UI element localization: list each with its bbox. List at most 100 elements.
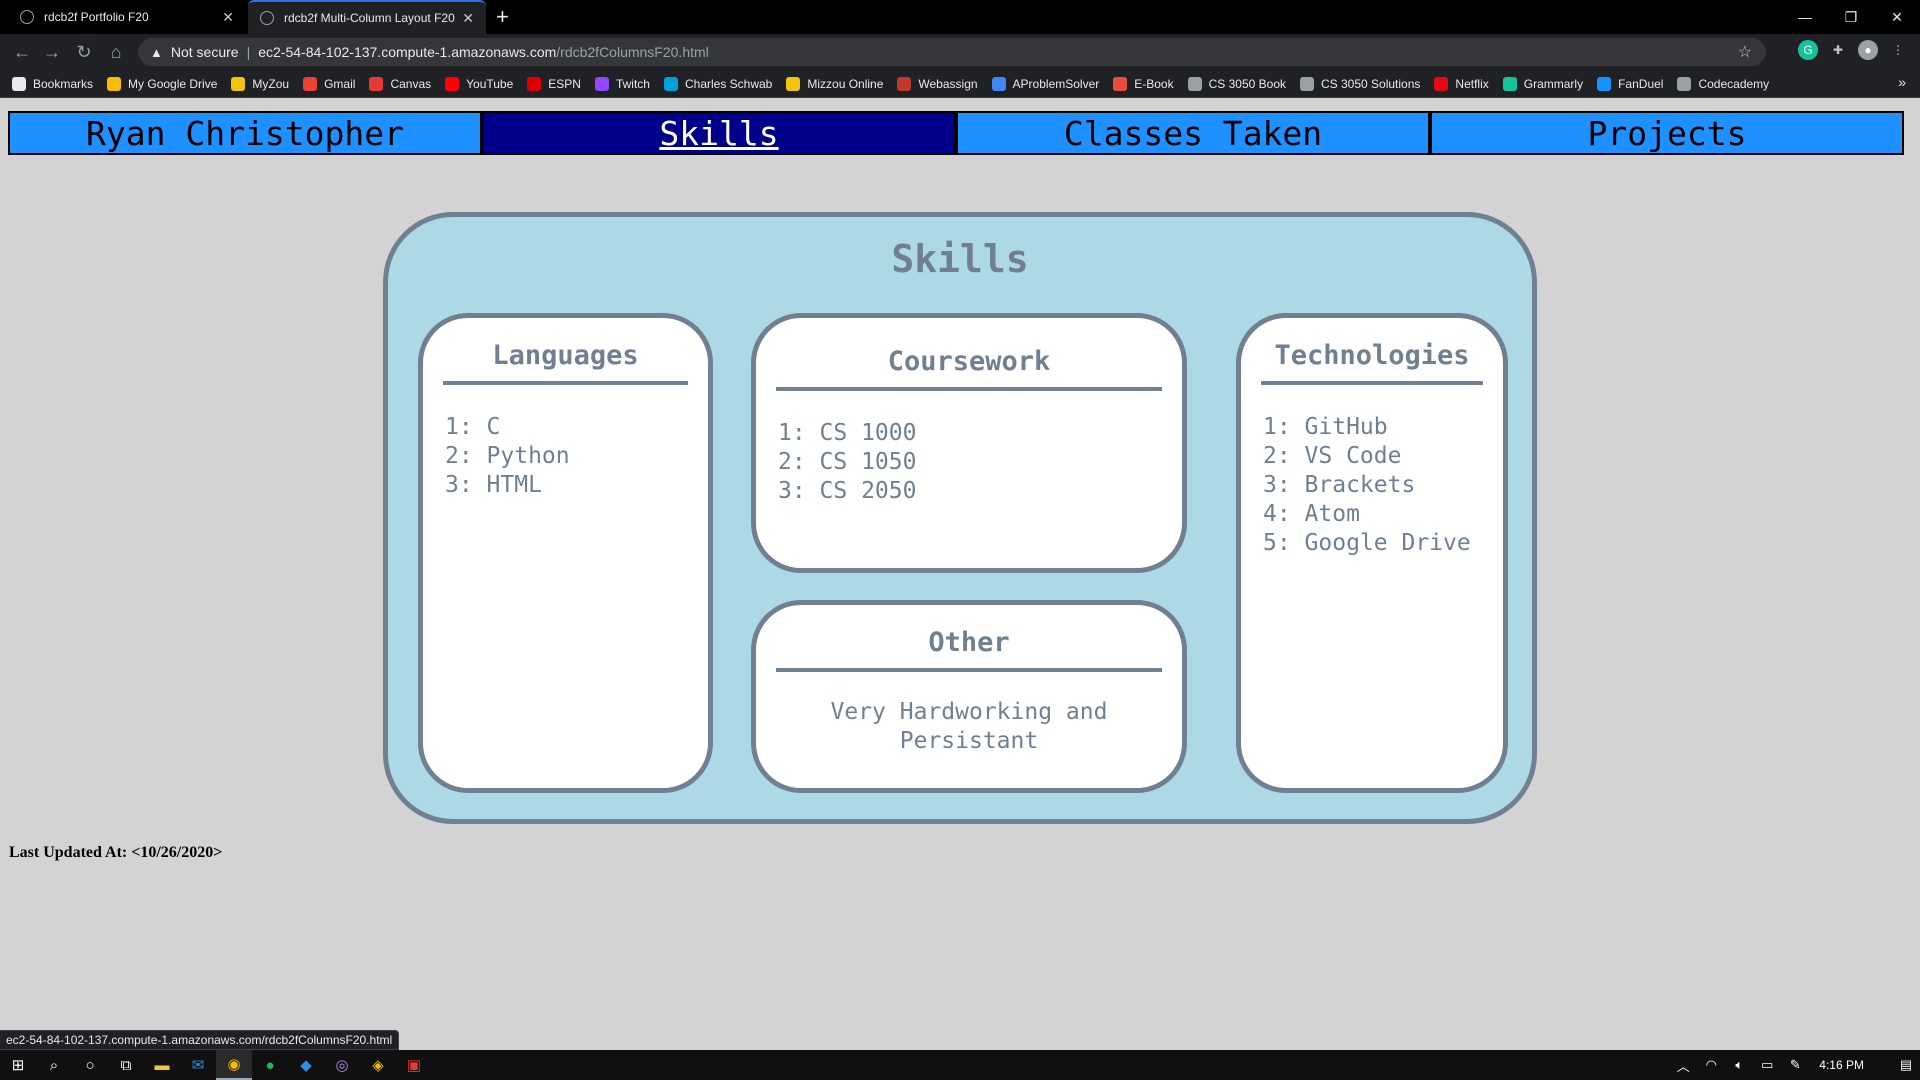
forward-icon[interactable]: → bbox=[40, 40, 64, 64]
bookmark-label: Gmail bbox=[324, 76, 356, 91]
technologies-card: Technologies 1: GitHub 2: VS Code 3: Bra… bbox=[1236, 313, 1508, 793]
cortana-icon[interactable]: ○ bbox=[72, 1050, 108, 1080]
bookmark-item[interactable]: Twitch bbox=[594, 76, 650, 91]
star-icon bbox=[12, 76, 26, 91]
list-item: 4: Atom bbox=[1263, 501, 1360, 527]
url-path: /rdcb2fColumnsF20.html bbox=[556, 44, 709, 60]
bookmark-item[interactable]: FanDuel bbox=[1597, 76, 1663, 91]
tab-title: rdcb2f Multi-Column Layout F20 bbox=[284, 11, 455, 25]
bookmark-item[interactable]: Mizzou Online bbox=[786, 76, 884, 91]
security-label: Not secure bbox=[170, 44, 239, 60]
bookmark-item[interactable]: Bookmarks bbox=[12, 76, 93, 91]
espn-icon bbox=[527, 76, 542, 91]
fanduel-icon bbox=[1597, 76, 1612, 91]
new-tab-button[interactable]: + bbox=[496, 4, 509, 30]
extensions-puzzle-icon[interactable]: ✚ bbox=[1828, 40, 1848, 60]
coursework-list: 1: CS 1000 2: CS 1050 3: CS 2050 bbox=[756, 391, 1182, 506]
bookmark-item[interactable]: E-Book bbox=[1113, 76, 1174, 91]
mail-icon[interactable]: ✉ bbox=[180, 1050, 216, 1080]
windows-start-icon[interactable]: ⊞ bbox=[0, 1050, 36, 1080]
address-bar[interactable]: ▲ Not secure | ec2-54-84-102-137.compute… bbox=[138, 38, 1766, 66]
clock[interactable]: 4:16 PM bbox=[1819, 1058, 1864, 1072]
list-item: 3: Brackets bbox=[1263, 472, 1416, 498]
file-explorer-icon[interactable]: ▬ bbox=[144, 1050, 180, 1080]
close-window-button[interactable]: ✕ bbox=[1874, 0, 1920, 34]
wifi-icon[interactable]: ◠ bbox=[1697, 1057, 1725, 1073]
webassign-icon bbox=[897, 76, 912, 91]
bookmark-item[interactable]: My Google Drive bbox=[107, 76, 218, 91]
app-icon[interactable]: ◎ bbox=[324, 1050, 360, 1080]
nav-ryan-christopher[interactable]: Ryan Christopher bbox=[8, 111, 482, 155]
bookmark-label: My Google Drive bbox=[128, 76, 218, 91]
bookmark-item[interactable]: Gmail bbox=[303, 76, 356, 91]
windows-taskbar: ⊞ ⌕ ○ ⧉ ▬ ✉ ◉ ● ◆ ◎ ◈ ▣ ︿ ◠ 🔈︎ ▭ ✎ 4:16 … bbox=[0, 1050, 1920, 1080]
youtube-icon bbox=[445, 76, 460, 91]
menu-icon[interactable]: ⋮ bbox=[1888, 40, 1908, 60]
bookmark-item[interactable]: CS 3050 Solutions bbox=[1300, 76, 1421, 91]
close-icon[interactable]: ✕ bbox=[222, 9, 234, 26]
volume-icon[interactable]: 🔈︎ bbox=[1725, 1057, 1753, 1073]
bookmark-item[interactable]: Charles Schwab bbox=[663, 76, 772, 91]
minimize-button[interactable]: — bbox=[1782, 0, 1828, 34]
back-icon[interactable]: ← bbox=[10, 40, 34, 64]
bookmarks-bar: Bookmarks My Google Drive MyZou Gmail Canvas… bbox=[0, 70, 1920, 98]
more-bookmarks-icon[interactable]: » bbox=[1898, 74, 1906, 90]
bookmark-star-icon[interactable]: ☆ bbox=[1738, 42, 1752, 62]
filezilla-icon[interactable]: ▣ bbox=[396, 1050, 432, 1080]
profile-avatar-icon[interactable]: ● bbox=[1858, 40, 1878, 60]
restore-button[interactable]: ❐ bbox=[1828, 0, 1874, 34]
vscode-icon[interactable]: ◆ bbox=[288, 1050, 324, 1080]
ebook-icon bbox=[1113, 76, 1128, 91]
languages-list: 1: C 2: Python 3: HTML bbox=[423, 385, 708, 500]
bookmark-label: Twitch bbox=[615, 76, 650, 91]
url-host: ec2-54-84-102-137.compute-1.amazonaws.co… bbox=[258, 44, 557, 60]
bookmark-item[interactable]: Webassign bbox=[897, 76, 978, 91]
list-item: 5: Google Drive bbox=[1263, 530, 1471, 556]
bookmark-label: Canvas bbox=[390, 76, 432, 91]
nav-skills[interactable]: Skills bbox=[482, 111, 956, 155]
bookmark-item[interactable]: Grammarly bbox=[1502, 76, 1583, 91]
browser-toolbar: ← → ↻ ⌂ ▲ Not secure | ec2-54-84-102-137… bbox=[0, 34, 1920, 70]
bookmark-label: CS 3050 Solutions bbox=[1321, 76, 1421, 91]
browser-tab-columns[interactable]: rdcb2f Multi-Column Layout F20 ✕ bbox=[248, 0, 486, 34]
bookmark-item[interactable]: AProblemSolver bbox=[991, 76, 1099, 91]
bookmark-item[interactable]: Netflix bbox=[1434, 76, 1489, 91]
bookmark-label: YouTube bbox=[466, 76, 514, 91]
skills-panel: Skills Languages 1: C 2: Python 3: HTML … bbox=[383, 212, 1537, 824]
spotify-icon[interactable]: ● bbox=[252, 1050, 288, 1080]
chrome-icon[interactable]: ◉ bbox=[216, 1050, 252, 1080]
bookmark-item[interactable]: Codecademy bbox=[1677, 76, 1770, 91]
bookmark-item[interactable]: Canvas bbox=[369, 76, 432, 91]
bookmark-label: Codecademy bbox=[1698, 76, 1770, 91]
drive-icon bbox=[107, 76, 122, 91]
other-text: Very Hardworking and Persistant bbox=[830, 699, 1108, 754]
nav-classes-taken[interactable]: Classes Taken bbox=[956, 111, 1430, 155]
list-item: 1: C bbox=[445, 414, 501, 440]
battery-icon[interactable]: ▭ bbox=[1753, 1057, 1781, 1073]
home-icon[interactable]: ⌂ bbox=[104, 40, 128, 64]
task-view-icon[interactable]: ⧉ bbox=[108, 1050, 144, 1080]
bookmark-label: Mizzou Online bbox=[807, 76, 884, 91]
bookmark-item[interactable]: MyZou bbox=[231, 76, 289, 91]
aproblemsolver-icon bbox=[991, 76, 1006, 91]
search-icon[interactable]: ⌕ bbox=[36, 1050, 72, 1080]
list-item: 1: CS 1000 bbox=[778, 420, 917, 446]
git-icon[interactable]: ◈ bbox=[360, 1050, 396, 1080]
list-item: 3: HTML bbox=[445, 472, 542, 498]
bookmark-item[interactable]: YouTube bbox=[445, 76, 514, 91]
list-item: 2: Python bbox=[445, 443, 570, 469]
grammarly-extension-icon[interactable]: G bbox=[1798, 40, 1818, 60]
bookmark-item[interactable]: CS 3050 Book bbox=[1187, 76, 1286, 91]
system-tray: ︿ ◠ 🔈︎ ▭ ✎ 4:16 PM ▤ bbox=[1669, 1050, 1920, 1080]
notifications-icon[interactable]: ▤ bbox=[1892, 1057, 1920, 1073]
globe-icon bbox=[260, 11, 274, 25]
tab-title: rdcb2f Portfolio F20 bbox=[44, 10, 149, 24]
bookmark-item[interactable]: ESPN bbox=[527, 76, 581, 91]
close-icon[interactable]: ✕ bbox=[462, 10, 474, 27]
browser-tab-portfolio[interactable]: rdcb2f Portfolio F20 ✕ bbox=[8, 0, 246, 34]
pen-icon[interactable]: ✎ bbox=[1781, 1057, 1809, 1073]
card-title: Technologies bbox=[1261, 340, 1483, 385]
nav-projects[interactable]: Projects bbox=[1430, 111, 1904, 155]
reload-icon[interactable]: ↻ bbox=[72, 40, 96, 64]
chevron-up-icon[interactable]: ︿ bbox=[1669, 1056, 1697, 1075]
